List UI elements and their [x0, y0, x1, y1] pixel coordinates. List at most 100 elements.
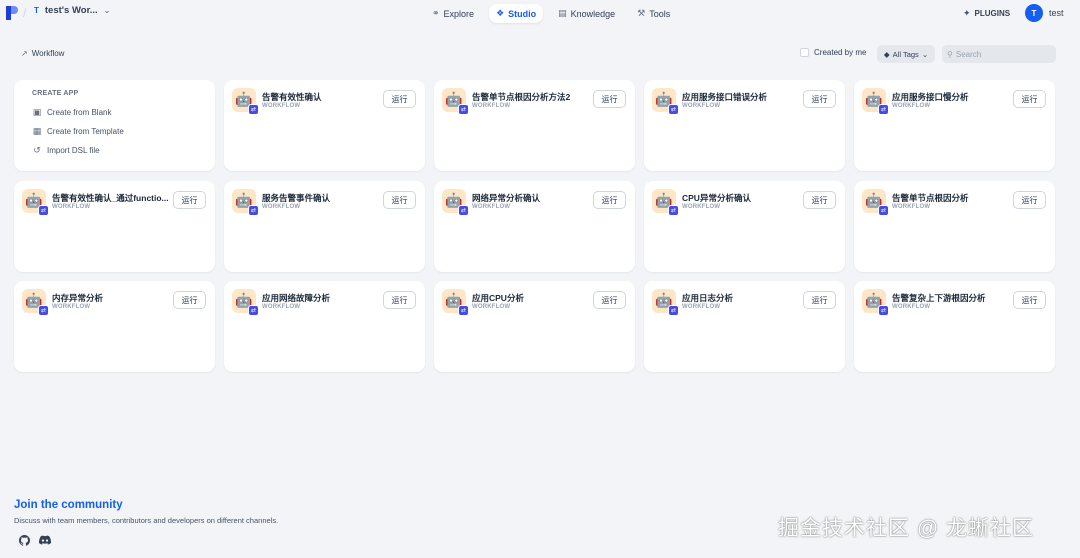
app-type: WORKFLOW: [262, 204, 301, 210]
workflow-badge-icon: ⇄: [248, 205, 259, 216]
app-card[interactable]: 🤖 ⇄ 告警有效性确认_通过functio... WORKFLOW 运行: [14, 181, 215, 272]
github-icon[interactable]: [18, 534, 30, 546]
dify-logo[interactable]: [6, 6, 18, 20]
tags-filter-label: All Tags: [892, 49, 919, 59]
nav-tab-explore[interactable]: ⚭ Explore: [425, 4, 481, 23]
run-button[interactable]: 运行: [803, 191, 836, 209]
app-card[interactable]: 🤖 ⇄ CPU异常分析确认 WORKFLOW 运行: [644, 181, 845, 272]
app-type: WORKFLOW: [892, 103, 931, 109]
app-type: WORKFLOW: [682, 304, 721, 310]
run-button[interactable]: 运行: [173, 191, 206, 209]
app-type: WORKFLOW: [892, 204, 931, 210]
app-card[interactable]: 🤖 ⇄ 网络异常分析确认 WORKFLOW 运行: [434, 181, 635, 272]
app-icon: 🤖 ⇄: [22, 289, 49, 316]
breadcrumb-label: Workflow: [31, 49, 65, 58]
nav-tab-knowledge[interactable]: ▤ Knowledge: [551, 4, 622, 23]
run-button[interactable]: 运行: [173, 291, 206, 309]
app-icon: 🤖 ⇄: [442, 88, 469, 115]
app-name: 应用日志分析: [682, 293, 734, 303]
breadcrumb: ↗ Workflow: [21, 49, 64, 58]
workspace-selector[interactable]: T test's Wor... ⌄: [34, 5, 110, 16]
import-icon: ↺: [33, 145, 41, 155]
workflow-badge-icon: ⇄: [458, 104, 469, 115]
app-type: WORKFLOW: [682, 204, 721, 210]
app-icon: 🤖 ⇄: [862, 189, 889, 216]
workflow-badge-icon: ⇄: [38, 205, 49, 216]
app-name: 服务告警事件确认: [262, 193, 331, 203]
app-name: 内存异常分析: [52, 293, 104, 303]
created-by-me-checkbox[interactable]: Created by me: [800, 48, 866, 57]
workflow-badge-icon: ⇄: [248, 104, 259, 115]
run-button[interactable]: 运行: [803, 291, 836, 309]
tags-filter-dropdown[interactable]: ◆ All Tags ⌄: [877, 45, 935, 63]
nav-tab-label: Studio: [508, 8, 537, 19]
search-input[interactable]: [955, 49, 1052, 59]
chevron-down-icon: ⌄: [103, 6, 111, 15]
app-card[interactable]: 🤖 ⇄ 服务告警事件确认 WORKFLOW 运行: [224, 181, 425, 272]
user-name: test: [1049, 8, 1064, 18]
create-from-blank-button[interactable]: ▣ Create from Blank: [32, 103, 197, 122]
app-icon: 🤖 ⇄: [232, 289, 259, 316]
plugins-label: PLUGINS: [974, 9, 1011, 18]
app-icon: 🤖 ⇄: [232, 189, 259, 216]
workflow-badge-icon: ⇄: [248, 305, 259, 316]
app-name: 应用服务接口慢分析: [892, 92, 969, 102]
workflow-badge-icon: ⇄: [878, 104, 889, 115]
run-button[interactable]: 运行: [1013, 90, 1046, 108]
search-box[interactable]: ⚲: [942, 45, 1056, 63]
app-type: WORKFLOW: [892, 304, 931, 310]
app-card[interactable]: 🤖 ⇄ 告警复杂上下游根因分析 WORKFLOW 运行: [854, 281, 1055, 372]
external-link-icon: ↗: [21, 49, 28, 58]
app-icon: 🤖 ⇄: [442, 189, 469, 216]
app-card[interactable]: 🤖 ⇄ 应用日志分析 WORKFLOW 运行: [644, 281, 845, 372]
run-button[interactable]: 运行: [383, 291, 416, 309]
app-card[interactable]: 🤖 ⇄ 应用服务接口错误分析 WORKFLOW 运行: [644, 80, 845, 171]
chevron-down-icon: ⌄: [921, 49, 929, 59]
app-name: 网络异常分析确认: [472, 193, 541, 203]
app-type: WORKFLOW: [472, 204, 511, 210]
community-title: Join the community: [14, 499, 123, 511]
watermark: 掘金技术社区 @ 龙蜥社区: [778, 517, 1034, 540]
user-menu[interactable]: T test: [1025, 4, 1064, 22]
checkbox-box[interactable]: [800, 48, 809, 57]
run-button[interactable]: 运行: [803, 90, 836, 108]
app-card[interactable]: 🤖 ⇄ 告警单节点根因分析方法2 WORKFLOW 运行: [434, 80, 635, 171]
discord-icon[interactable]: [39, 534, 51, 546]
app-name: 应用CPU分析: [472, 293, 524, 303]
run-button[interactable]: 运行: [593, 291, 626, 309]
plugins-button[interactable]: ✦ PLUGINS: [963, 8, 1010, 19]
app-card[interactable]: 🤖 ⇄ 应用网络故障分析 WORKFLOW 运行: [224, 281, 425, 372]
app-icon: 🤖 ⇄: [232, 88, 259, 115]
app-icon: 🤖 ⇄: [652, 289, 679, 316]
run-button[interactable]: 运行: [593, 191, 626, 209]
run-button[interactable]: 运行: [1013, 191, 1046, 209]
tools-icon: ⚒: [637, 8, 646, 18]
plugin-icon: ✦: [963, 8, 971, 18]
run-button[interactable]: 运行: [383, 90, 416, 108]
app-name: CPU异常分析确认: [682, 193, 751, 203]
run-button[interactable]: 运行: [1013, 291, 1046, 309]
create-app-title: CREATE APP: [32, 90, 79, 97]
create-item-label: Create from Blank: [47, 108, 112, 117]
app-card[interactable]: 🤖 ⇄ 内存异常分析 WORKFLOW 运行: [14, 281, 215, 372]
import-dsl-button[interactable]: ↺ Import DSL file: [32, 141, 197, 160]
file-add-icon: ▣: [32, 107, 42, 117]
create-from-template-button[interactable]: ▦ Create from Template: [32, 122, 197, 141]
app-name: 告警单节点根因分析: [892, 193, 969, 203]
tag-icon: ◆: [883, 49, 890, 59]
main-nav: ⚭ Explore ❖ Studio ▤ Knowledge ⚒ Tools: [425, 4, 677, 23]
app-card[interactable]: 🤖 ⇄ 告警单节点根因分析 WORKFLOW 运行: [854, 181, 1055, 272]
run-button[interactable]: 运行: [593, 90, 626, 108]
app-type: WORKFLOW: [472, 304, 511, 310]
app-card[interactable]: 🤖 ⇄ 应用服务接口慢分析 WORKFLOW 运行: [854, 80, 1055, 171]
app-icon: 🤖 ⇄: [862, 289, 889, 316]
nav-tab-tools[interactable]: ⚒ Tools: [630, 4, 677, 23]
app-name: 应用服务接口错误分析: [682, 92, 768, 102]
run-button[interactable]: 运行: [383, 191, 416, 209]
nav-tab-studio[interactable]: ❖ Studio: [489, 4, 544, 23]
community-description: Discuss with team members, contributors …: [14, 516, 279, 525]
app-card[interactable]: 🤖 ⇄ 告警有效性确认 WORKFLOW 运行: [224, 80, 425, 171]
workspace-name: test's Wor...: [44, 5, 98, 16]
workflow-badge-icon: ⇄: [38, 305, 49, 316]
app-card[interactable]: 🤖 ⇄ 应用CPU分析 WORKFLOW 运行: [434, 281, 635, 372]
